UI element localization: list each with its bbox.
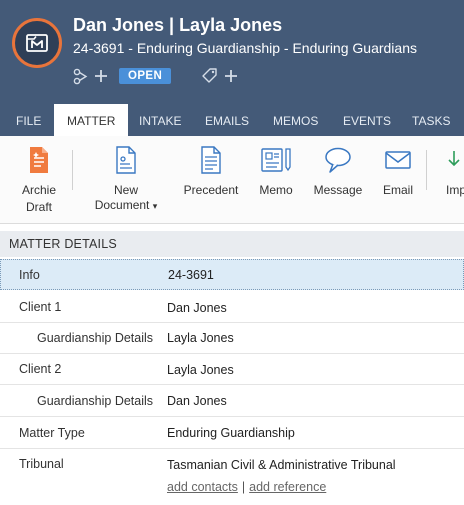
email-button[interactable]: Email: [380, 142, 416, 197]
tab-matter[interactable]: MATTER: [54, 104, 129, 137]
section-title: MATTER DETAILS: [9, 237, 117, 251]
precedent-button[interactable]: Precedent: [180, 142, 242, 197]
email-label: Email: [382, 183, 413, 197]
tribunal-label: Tribunal: [19, 457, 64, 471]
branch-add-icon[interactable]: [73, 67, 109, 85]
precedent-label: Precedent: [183, 183, 239, 197]
memo-label: Memo: [259, 183, 293, 197]
client1-value[interactable]: Dan Jones: [167, 301, 227, 315]
client2-guardianship-row[interactable]: Guardianship Details Dan Jones: [0, 385, 464, 417]
message-label: Message: [313, 183, 363, 197]
matter-logo-icon: [12, 18, 62, 68]
client2-value[interactable]: Layla Jones: [167, 363, 234, 377]
tab-tasks[interactable]: TASKS: [412, 103, 450, 136]
archie-label-line1: Archie: [21, 183, 56, 197]
matter-type-value[interactable]: Enduring Guardianship: [167, 426, 295, 440]
tab-intake[interactable]: INTAKE: [139, 103, 181, 136]
client1-label: Client 1: [19, 300, 62, 314]
archie-label-line2: Draft: [25, 200, 52, 214]
new-document-label-line2: Document ▾: [92, 198, 160, 212]
tab-file[interactable]: FILE: [16, 103, 41, 136]
matter-type-row[interactable]: Matter Type Enduring Guardianship: [0, 417, 464, 449]
import-icon: [446, 142, 464, 178]
precedent-icon: [180, 142, 242, 178]
matter-subtitle: 24-3691 - Enduring Guardianship - Enduri…: [73, 40, 417, 56]
ribbon-separator: [72, 150, 73, 190]
message-button[interactable]: Message: [312, 142, 364, 197]
new-document-label-line1: New: [113, 183, 138, 197]
chevron-down-icon: ▾: [152, 201, 158, 211]
message-icon: [312, 142, 364, 178]
add-reference-link[interactable]: add reference: [249, 480, 326, 494]
link-separator: |: [241, 480, 246, 494]
ribbon-tabs: FILE MATTER INTAKE EMAILS MEMOS EVENTS T…: [0, 103, 464, 137]
client1-guardianship-row[interactable]: Guardianship Details Layla Jones: [0, 323, 464, 354]
status-badge: OPEN: [119, 68, 172, 84]
new-document-button[interactable]: New Document ▾: [92, 142, 160, 212]
header-actions: OPEN: [73, 66, 239, 86]
tribunal-links: add contacts | add reference: [167, 480, 326, 494]
matter-header: Dan Jones | Layla Jones 24-3691 - Enduri…: [0, 0, 464, 103]
tag-add-icon[interactable]: [201, 67, 239, 85]
tribunal-row[interactable]: Tribunal Tasmanian Civil & Administrativ…: [0, 449, 464, 505]
info-value: 24-3691: [168, 268, 214, 282]
ribbon-separator: [426, 150, 427, 190]
tab-emails[interactable]: EMAILS: [205, 103, 249, 136]
archie-document-icon: [17, 142, 61, 178]
client2-guardianship-value[interactable]: Dan Jones: [167, 394, 227, 408]
new-document-label: Document: [94, 198, 150, 212]
client1-guardianship-value[interactable]: Layla Jones: [167, 331, 234, 345]
archie-draft-button[interactable]: Archie Draft: [17, 142, 61, 214]
client2-label: Client 2: [19, 362, 62, 376]
client2-row[interactable]: Client 2 Layla Jones: [0, 354, 464, 385]
matter-title: Dan Jones | Layla Jones: [73, 15, 283, 35]
tribunal-value[interactable]: Tasmanian Civil & Administrative Tribuna…: [167, 458, 396, 472]
memo-icon: [256, 142, 296, 178]
tab-memos[interactable]: MEMOS: [273, 103, 318, 136]
memo-button[interactable]: Memo: [256, 142, 296, 197]
new-document-icon: [92, 142, 160, 178]
info-label: Info: [19, 268, 40, 282]
import-button[interactable]: Imp: [446, 142, 464, 197]
import-label: Imp: [446, 183, 464, 197]
ribbon-toolbar: Archie Draft New Document ▾ Precedent Me…: [0, 136, 464, 224]
info-row[interactable]: Info 24-3691: [0, 259, 464, 290]
add-contacts-link[interactable]: add contacts: [167, 480, 238, 494]
tab-events[interactable]: EVENTS: [343, 103, 391, 136]
matter-type-label: Matter Type: [19, 426, 85, 440]
matter-details-header: MATTER DETAILS: [0, 231, 464, 257]
client1-guardianship-label: Guardianship Details: [37, 331, 154, 345]
client2-guardianship-label: Guardianship Details: [37, 394, 154, 408]
client1-row[interactable]: Client 1 Dan Jones: [0, 291, 464, 323]
email-icon: [380, 142, 416, 178]
